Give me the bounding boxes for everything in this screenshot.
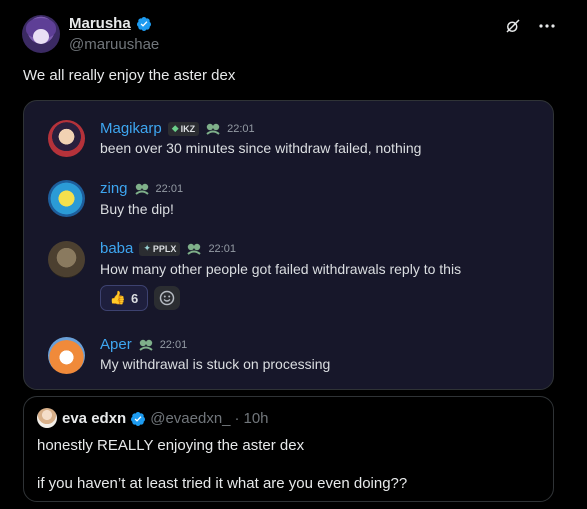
quoted-text-line: honestly REALLY enjoying the aster dex xyxy=(37,437,305,454)
message-text: Buy the dip! xyxy=(100,201,174,217)
verified-icon xyxy=(131,411,146,426)
message-text: How many other people got failed withdra… xyxy=(100,261,462,277)
more-icon[interactable] xyxy=(537,16,557,36)
tweet: Marusha @maruushae We all really enjoy t… xyxy=(0,0,587,509)
timestamp: 22:01 xyxy=(155,182,184,195)
role-icon xyxy=(139,339,153,351)
add-reaction-icon[interactable] xyxy=(154,286,180,310)
username[interactable]: zing xyxy=(100,180,128,197)
avatar xyxy=(48,241,85,278)
role-icon xyxy=(134,183,149,195)
username[interactable]: baba xyxy=(100,240,133,257)
avatar[interactable] xyxy=(37,408,57,428)
quoted-author-name[interactable]: eva edxn xyxy=(62,410,126,427)
author-name[interactable]: Marusha xyxy=(69,15,131,32)
timestamp[interactable]: 10h xyxy=(244,410,269,427)
quoted-tweet[interactable]: eva edxn @evaedxn_ · 10h honestly REALLY… xyxy=(23,396,554,502)
avatar xyxy=(48,180,85,217)
role-icon xyxy=(206,123,220,135)
timestamp: 22:01 xyxy=(227,122,255,135)
author-row: Marusha xyxy=(69,15,152,32)
tweet-actions xyxy=(503,16,557,36)
author-handle[interactable]: @maruushae xyxy=(69,36,159,53)
avatar xyxy=(48,120,85,157)
separator: · xyxy=(234,410,240,427)
role-icon xyxy=(187,243,202,255)
timestamp: 22:01 xyxy=(208,242,236,255)
reaction-count: 6 xyxy=(130,290,139,306)
reaction-thumbs-up[interactable]: 👍 6 xyxy=(100,285,148,311)
quoted-author-handle[interactable]: @evaedxn_ xyxy=(150,410,230,427)
guild-tag: ◆ IKZ xyxy=(167,121,200,136)
quoted-author-row: eva edxn @evaedxn_ · 10h xyxy=(62,410,269,427)
timestamp: 22:01 xyxy=(159,338,188,351)
message-text: been over 30 minutes since withdraw fail… xyxy=(100,140,422,156)
grok-icon[interactable] xyxy=(503,16,523,36)
username[interactable]: Magikarp xyxy=(100,120,162,137)
verified-icon xyxy=(136,16,151,31)
avatar[interactable] xyxy=(22,15,60,53)
guild-tag: ✦ PPLX xyxy=(139,241,181,256)
message-text: My withdrawal is stuck on processing xyxy=(100,356,331,372)
avatar xyxy=(48,337,85,374)
thumbs-up-icon: 👍 xyxy=(109,290,126,305)
attached-image[interactable]: Magikarp ◆ IKZ 22:01 been over 30 minutes… xyxy=(23,100,554,390)
tweet-text: We all really enjoy the aster dex xyxy=(23,67,236,84)
username[interactable]: Aper xyxy=(100,336,132,353)
quoted-text-line: if you haven’t at least tried it what ar… xyxy=(37,475,408,492)
